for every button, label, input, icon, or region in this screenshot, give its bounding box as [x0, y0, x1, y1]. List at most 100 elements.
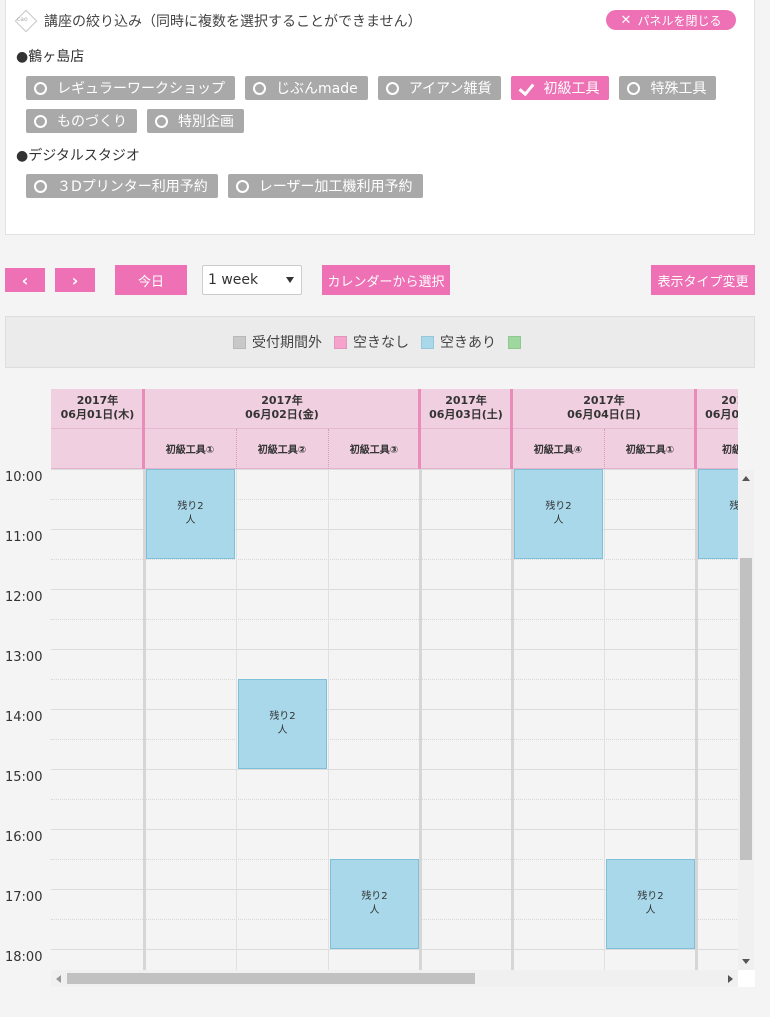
- panel-title: 講座の絞り込み（同時に複数を選択することができません）: [44, 14, 422, 30]
- hour-line: [51, 829, 738, 830]
- resource-header: 初級工具②: [236, 429, 328, 469]
- day-header-date: 06月05日(月): [705, 408, 738, 421]
- radio-icon: [253, 81, 266, 95]
- store-name-tsurugashima: ●鶴ヶ島店: [16, 49, 85, 65]
- day-header-year: 2017年: [445, 394, 487, 407]
- available-slot[interactable]: 残り2 人: [606, 859, 695, 949]
- resource-header-divider: [604, 429, 605, 469]
- next-button[interactable]: ›: [55, 268, 95, 292]
- change-view-type-button[interactable]: 表示タイプ変更: [651, 265, 755, 295]
- slot-remaining-label: 残り2 人: [729, 501, 738, 526]
- course-chip[interactable]: ３Dプリンター利用予約: [26, 174, 218, 198]
- half-hour-line: [51, 619, 738, 620]
- day-header-year: 2017年: [76, 394, 119, 407]
- available-slot[interactable]: 残り2 人: [330, 859, 419, 949]
- legend-swatch: [334, 335, 347, 349]
- resource-header-divider: [236, 429, 237, 469]
- time-label: 16:00: [5, 830, 43, 845]
- half-hour-line: [51, 679, 738, 680]
- caret-down-icon: [286, 277, 294, 283]
- available-slot[interactable]: 残り2 人: [514, 469, 603, 559]
- course-chip[interactable]: 特殊工具: [619, 76, 717, 100]
- course-chip-label: レギュラーワークショップ: [57, 81, 225, 97]
- time-label: 11:00: [5, 530, 43, 545]
- scroll-right-icon[interactable]: [728, 975, 733, 983]
- time-label: 13:00: [5, 650, 43, 665]
- slot-remaining-label: 残り2 人: [177, 501, 204, 526]
- time-label: 12:00: [5, 590, 43, 605]
- course-chip-label: レーザー加工機利用予約: [258, 179, 413, 195]
- course-chip[interactable]: 特別企画: [147, 109, 244, 133]
- course-chip[interactable]: レーザー加工機利用予約: [227, 174, 423, 198]
- scroll-left-icon[interactable]: [56, 975, 61, 983]
- day-header-divider: [694, 389, 697, 469]
- week-range-select[interactable]: 1 week: [202, 265, 302, 295]
- course-chip-row: ３Dプリンター利用予約 レーザー加工機利用予約: [26, 174, 423, 198]
- day-header[interactable]: 2017年 06月03日(土): [420, 389, 512, 429]
- legend-swatch: [233, 335, 246, 349]
- course-chip[interactable]: じぶんmade: [245, 76, 368, 100]
- day-header-date: 06月03日(土): [429, 408, 503, 421]
- course-chip-row: ものづくり 特別企画: [26, 109, 244, 133]
- day-header-date: 06月01日(木): [60, 408, 135, 421]
- scroll-corner: [738, 970, 755, 987]
- day-header[interactable]: 2017年 06月02日(金): [144, 389, 420, 429]
- half-hour-line: [51, 739, 738, 740]
- day-header[interactable]: 2017年 06月01日(木): [51, 389, 144, 429]
- course-chip-label: じぶんmade: [276, 81, 358, 97]
- close-panel-button[interactable]: ✕ パネルを閉じる: [606, 10, 736, 30]
- slot-remaining-label: 残り2 人: [361, 891, 388, 916]
- today-button[interactable]: 今日: [115, 265, 187, 295]
- week-range-value: 1 week: [208, 272, 259, 288]
- course-chip-row: レギュラーワークショップ じぶんmade アイアン雑貨 初級工具 特殊工具: [26, 76, 717, 100]
- close-panel-label: パネルを閉じる: [637, 13, 722, 28]
- course-chip[interactable]: アイアン雑貨: [377, 76, 502, 100]
- resource-header: [51, 429, 144, 469]
- day-header-year: 2017年: [261, 394, 303, 407]
- slot-remaining-label: 残り2 人: [269, 711, 296, 736]
- day-header-date: 06月04日(日): [567, 408, 641, 421]
- prev-button[interactable]: ‹: [5, 268, 45, 292]
- hour-line: [51, 649, 738, 650]
- status-legend: 受付期間外 空きなし 空きあり: [5, 316, 755, 368]
- course-chip-label: 特別企画: [178, 114, 234, 130]
- legend-item: 空きなし: [334, 332, 409, 352]
- time-label: 10:00: [5, 470, 43, 485]
- half-hour-line: [51, 799, 738, 800]
- course-chip[interactable]: ものづくり: [26, 109, 137, 133]
- legend-label: 空きあり: [440, 335, 496, 351]
- day-header[interactable]: 2017年 06月04日(日): [512, 389, 696, 429]
- scroll-up-icon[interactable]: [742, 476, 750, 481]
- resource-header: 初級工具④: [512, 429, 604, 469]
- available-slot[interactable]: 残り2 人: [238, 679, 327, 769]
- available-slot[interactable]: 残り2 人: [146, 469, 235, 559]
- course-chip[interactable]: レギュラーワークショップ: [26, 76, 235, 100]
- horizontal-scrollbar[interactable]: [51, 970, 738, 987]
- available-slot[interactable]: 残り2 人: [698, 469, 738, 559]
- hour-line: [51, 709, 738, 710]
- resource-header: 初級工具①: [144, 429, 236, 469]
- time-label: 14:00: [5, 710, 43, 725]
- hour-line: [51, 769, 738, 770]
- calendar-grid[interactable]: 2017年 06月01日(木) 2017年 06月02日(金) 初級工具① 初級工具② 初級…: [51, 389, 738, 970]
- vertical-scrollbar[interactable]: [738, 470, 754, 970]
- hour-line: [51, 949, 738, 950]
- radio-icon: [34, 114, 47, 128]
- scroll-down-icon[interactable]: [742, 959, 750, 964]
- day-header-divider: [142, 389, 145, 469]
- resource-header-divider: [328, 429, 329, 469]
- resource-header: 初級工具①: [604, 429, 696, 469]
- select-from-calendar-button[interactable]: カレンダーから選択: [322, 265, 450, 295]
- day-divider: [419, 389, 422, 970]
- course-chip[interactable]: 初級工具: [511, 76, 610, 100]
- legend-label: 受付期間外: [252, 335, 322, 351]
- radio-icon: [155, 114, 168, 128]
- close-icon: ✕: [620, 12, 632, 28]
- scroll-thumb[interactable]: [740, 558, 752, 860]
- scroll-thumb[interactable]: [67, 973, 475, 984]
- resource-header: 初級工具: [696, 429, 738, 469]
- time-label: 17:00: [5, 890, 43, 905]
- day-header[interactable]: 2017年06月05日(月): [696, 389, 738, 429]
- radio-icon: [34, 81, 47, 95]
- logo-icon: cao: [14, 10, 38, 32]
